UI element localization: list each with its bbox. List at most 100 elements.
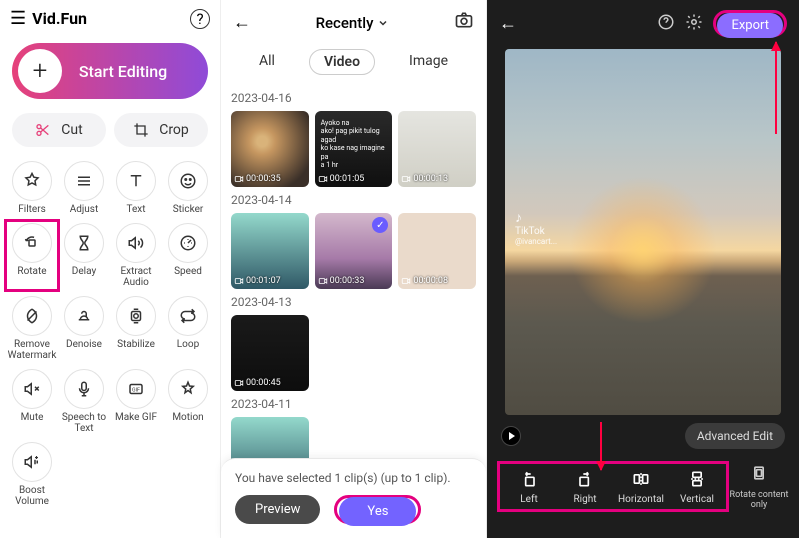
rotate-label: Right: [574, 494, 597, 505]
extract-icon: [116, 223, 156, 263]
rotate-content-only-label: Rotate content only: [729, 490, 789, 510]
video-thumbnail[interactable]: 00:00:45: [231, 315, 309, 391]
speed-icon: [168, 223, 208, 263]
crop-label: Crop: [159, 122, 189, 138]
preview-button[interactable]: Preview: [235, 495, 320, 524]
chevron-down-icon: [377, 17, 389, 29]
tool-extract[interactable]: Extract Audio: [110, 221, 162, 290]
mute-icon: [12, 369, 52, 409]
tool-delay[interactable]: Delay: [58, 221, 110, 290]
cut-label: Cut: [61, 122, 82, 138]
help-icon[interactable]: ?: [190, 9, 210, 29]
rotate-icon: [12, 223, 52, 263]
motion-icon: [168, 369, 208, 409]
yes-button[interactable]: Yes: [339, 497, 416, 526]
tool-label: Rotate: [17, 266, 46, 277]
tool-label: Filters: [18, 204, 46, 215]
video-thumbnail[interactable]: 00:00:08: [398, 213, 476, 289]
svg-text:GIF: GIF: [132, 387, 140, 393]
back-icon[interactable]: ←: [499, 13, 517, 34]
tool-sticker[interactable]: Sticker: [162, 159, 214, 217]
tool-label: Remove Watermark: [6, 339, 58, 361]
adjust-icon: [64, 161, 104, 201]
delay-icon: [64, 223, 104, 263]
album-title: Recently: [316, 14, 374, 32]
rotate-label: Vertical: [680, 494, 714, 505]
camera-icon[interactable]: [454, 10, 474, 35]
tool-label: Stabilize: [117, 339, 155, 350]
advanced-edit-button[interactable]: Advanced Edit: [685, 423, 785, 449]
text-icon: [116, 161, 156, 201]
start-editing-button[interactable]: + Start Editing: [12, 43, 208, 99]
help-icon[interactable]: [657, 13, 675, 35]
export-button[interactable]: Export: [717, 13, 783, 38]
menu-icon[interactable]: ☰: [10, 8, 26, 29]
selection-sheet: You have selected 1 clip(s) (up to 1 cli…: [221, 458, 486, 538]
crop-button[interactable]: Crop: [114, 113, 208, 147]
tool-rotate[interactable]: Rotate: [6, 221, 58, 290]
rotate-content-only-button[interactable]: Rotate content only: [729, 463, 789, 510]
rotate-label: Left: [520, 494, 537, 505]
tool-loop[interactable]: Loop: [162, 294, 214, 363]
selected-check-icon: [372, 217, 388, 233]
duration-label: 00:00:35: [234, 174, 281, 184]
tool-adjust[interactable]: Adjust: [58, 159, 110, 217]
tool-speed[interactable]: Speed: [162, 221, 214, 290]
rotate-vert-button[interactable]: Vertical: [676, 468, 718, 505]
video-preview[interactable]: ♪ TikTok @ivancart...: [505, 49, 781, 415]
stabilize-icon: [116, 296, 156, 336]
tool-label: Text: [126, 204, 145, 215]
duration-label: 00:01:07: [234, 276, 281, 286]
tool-label: Make GIF: [115, 412, 157, 423]
tool-label: Speech to Text: [58, 412, 110, 434]
tool-label: Delay: [72, 266, 96, 277]
tool-label: Motion: [172, 412, 203, 423]
video-thumbnail[interactable]: 00:00:35: [231, 111, 309, 187]
filters-icon: [12, 161, 52, 201]
tool-label: Loop: [177, 339, 199, 350]
annotation-arrow: [600, 422, 602, 470]
duration-label: 00:00:33: [318, 276, 365, 286]
scissors-icon: [35, 122, 51, 138]
play-button[interactable]: [501, 426, 521, 446]
watermark-icon: [12, 296, 52, 336]
duration-label: 00:00:13: [401, 174, 448, 184]
tool-label: Mute: [21, 412, 44, 423]
album-dropdown[interactable]: Recently: [259, 14, 446, 32]
tool-filters[interactable]: Filters: [6, 159, 58, 217]
sticker-icon: [168, 161, 208, 201]
rotate-left-button[interactable]: Left: [508, 468, 550, 505]
tool-gif[interactable]: GIF Make GIF: [110, 367, 162, 436]
video-thumbnail[interactable]: 00:00:33: [315, 213, 393, 289]
tool-label: Boost Volume: [6, 485, 58, 507]
plus-icon: +: [18, 49, 62, 93]
tool-watermark[interactable]: Remove Watermark: [6, 294, 58, 363]
tool-stabilize[interactable]: Stabilize: [110, 294, 162, 363]
tab-image[interactable]: Image: [395, 49, 462, 75]
video-thumbnail[interactable]: 00:00:13: [398, 111, 476, 187]
rotate-horiz-button[interactable]: Horizontal: [620, 468, 662, 505]
crop-icon: [133, 122, 149, 138]
tool-label: Speed: [174, 266, 202, 277]
tool-label: Sticker: [173, 204, 204, 215]
date-header: 2023-04-16: [231, 91, 476, 105]
tab-all[interactable]: All: [245, 49, 289, 75]
tab-video[interactable]: Video: [309, 49, 375, 75]
date-header: 2023-04-14: [231, 193, 476, 207]
tool-motion[interactable]: Motion: [162, 367, 214, 436]
duration-label: 00:00:45: [234, 378, 281, 388]
rotate-right-button[interactable]: Right: [564, 468, 606, 505]
back-icon[interactable]: ←: [233, 12, 251, 33]
tool-boost[interactable]: Boost Volume: [6, 440, 58, 509]
cut-button[interactable]: Cut: [12, 113, 106, 147]
tool-stt[interactable]: Speech to Text: [58, 367, 110, 436]
tool-denoise[interactable]: Denoise: [58, 294, 110, 363]
stt-icon: [64, 369, 104, 409]
tool-text[interactable]: Text: [110, 159, 162, 217]
right-icon: [574, 468, 596, 490]
settings-icon[interactable]: [685, 13, 703, 35]
gif-icon: GIF: [116, 369, 156, 409]
video-thumbnail[interactable]: Ayoko na ako! pag pikit tulog agad ko ka…: [315, 111, 393, 187]
tool-mute[interactable]: Mute: [6, 367, 58, 436]
video-thumbnail[interactable]: 00:01:07: [231, 213, 309, 289]
